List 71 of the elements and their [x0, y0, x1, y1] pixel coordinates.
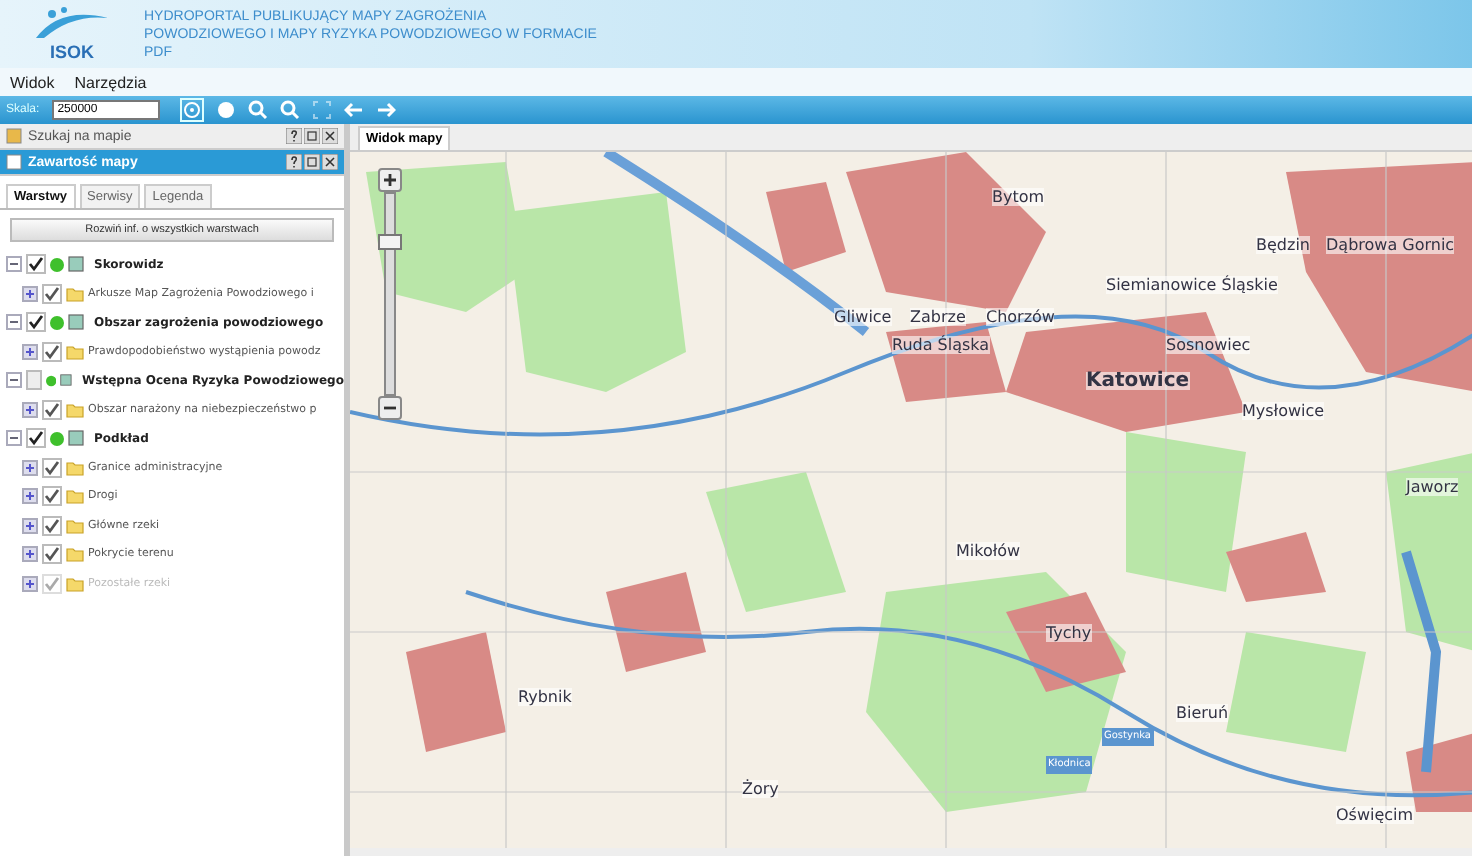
checkbox[interactable]: [42, 544, 62, 565]
checkbox[interactable]: [42, 486, 62, 507]
zoom-out-button[interactable]: [378, 396, 402, 420]
close-icon[interactable]: [322, 128, 338, 144]
place-label: Tychy: [1046, 624, 1092, 642]
expand-icon[interactable]: [22, 546, 38, 563]
place-label: Sosnowiec: [1166, 336, 1251, 354]
expand-icon[interactable]: [22, 401, 38, 418]
expand-icon[interactable]: [22, 285, 38, 302]
checkbox[interactable]: [42, 341, 62, 362]
status-dot-icon: [50, 431, 64, 446]
expand-icon[interactable]: [22, 517, 38, 534]
place-label: Będzin: [1256, 236, 1310, 254]
menu-item[interactable]: Widok: [10, 73, 55, 91]
expand-icon[interactable]: [22, 343, 38, 360]
map-layer-icon: [68, 314, 84, 331]
map-layer-icon: [60, 372, 73, 389]
place-label: Rybnik: [518, 688, 572, 706]
checkbox[interactable]: [26, 428, 46, 449]
place-label: Ruda Śląska: [892, 336, 990, 354]
checkbox[interactable]: [42, 457, 62, 478]
logo-text: ISOK: [49, 42, 94, 62]
collapse-icon[interactable]: [6, 256, 22, 273]
close-icon[interactable]: [322, 154, 338, 170]
place-label: Bieruń: [1176, 704, 1229, 722]
checkbox[interactable]: [42, 399, 62, 420]
help-icon[interactable]: [286, 128, 302, 144]
wave-icon: [32, 6, 112, 42]
map-layer-icon: [68, 430, 84, 447]
collapse-icon[interactable]: [6, 372, 22, 389]
checkbox[interactable]: [42, 515, 62, 536]
expand-icon[interactable]: [22, 488, 38, 505]
expand-icon[interactable]: [22, 575, 38, 592]
search-icon: [6, 128, 22, 144]
place-label: Chorzów: [986, 308, 1055, 326]
status-dot-icon: [50, 315, 64, 330]
place-label: Bytom: [992, 188, 1045, 206]
zoom-in-button[interactable]: [378, 168, 402, 192]
place-label: Mikołów: [956, 542, 1021, 560]
collapse-icon[interactable]: [6, 430, 22, 447]
zoom-slider-thumb[interactable]: [378, 234, 402, 251]
checkbox[interactable]: [42, 283, 62, 304]
place-label: Siemianowice Śląskie: [1106, 276, 1278, 294]
checkbox[interactable]: [26, 254, 46, 275]
place-label: Gliwice: [834, 308, 892, 326]
back-arrow-icon[interactable]: [343, 100, 364, 120]
place-label: Żory: [742, 780, 779, 798]
zoom-in-icon[interactable]: [247, 100, 268, 120]
place-label: Oświęcim: [1336, 806, 1414, 824]
checkbox[interactable]: [26, 312, 46, 333]
zoom-slider[interactable]: [384, 192, 396, 396]
help-icon[interactable]: [286, 154, 302, 170]
place-label: Jaworz: [1406, 478, 1459, 496]
place-label: Katowice: [1086, 372, 1190, 390]
folder-icon: [66, 343, 84, 360]
menu-item[interactable]: Narzędzia: [74, 73, 147, 91]
place-label: Mysłowice: [1242, 402, 1325, 420]
target-icon[interactable]: [179, 98, 204, 122]
plus-icon: [382, 172, 398, 188]
folder-icon: [66, 401, 84, 418]
expand-icon[interactable]: [22, 459, 38, 476]
zoom-out-icon[interactable]: [279, 100, 300, 120]
place-label: Dąbrowa Gornic: [1326, 236, 1455, 254]
map-layer-icon: [68, 256, 84, 273]
status-dot-icon: [50, 257, 64, 272]
status-dot-icon: [45, 373, 57, 388]
checkbox[interactable]: [26, 370, 42, 391]
forward-arrow-icon[interactable]: [375, 100, 396, 120]
collapse-icon[interactable]: [6, 314, 22, 331]
place-label: Zabrze: [910, 308, 966, 326]
folder-icon: [66, 285, 84, 302]
